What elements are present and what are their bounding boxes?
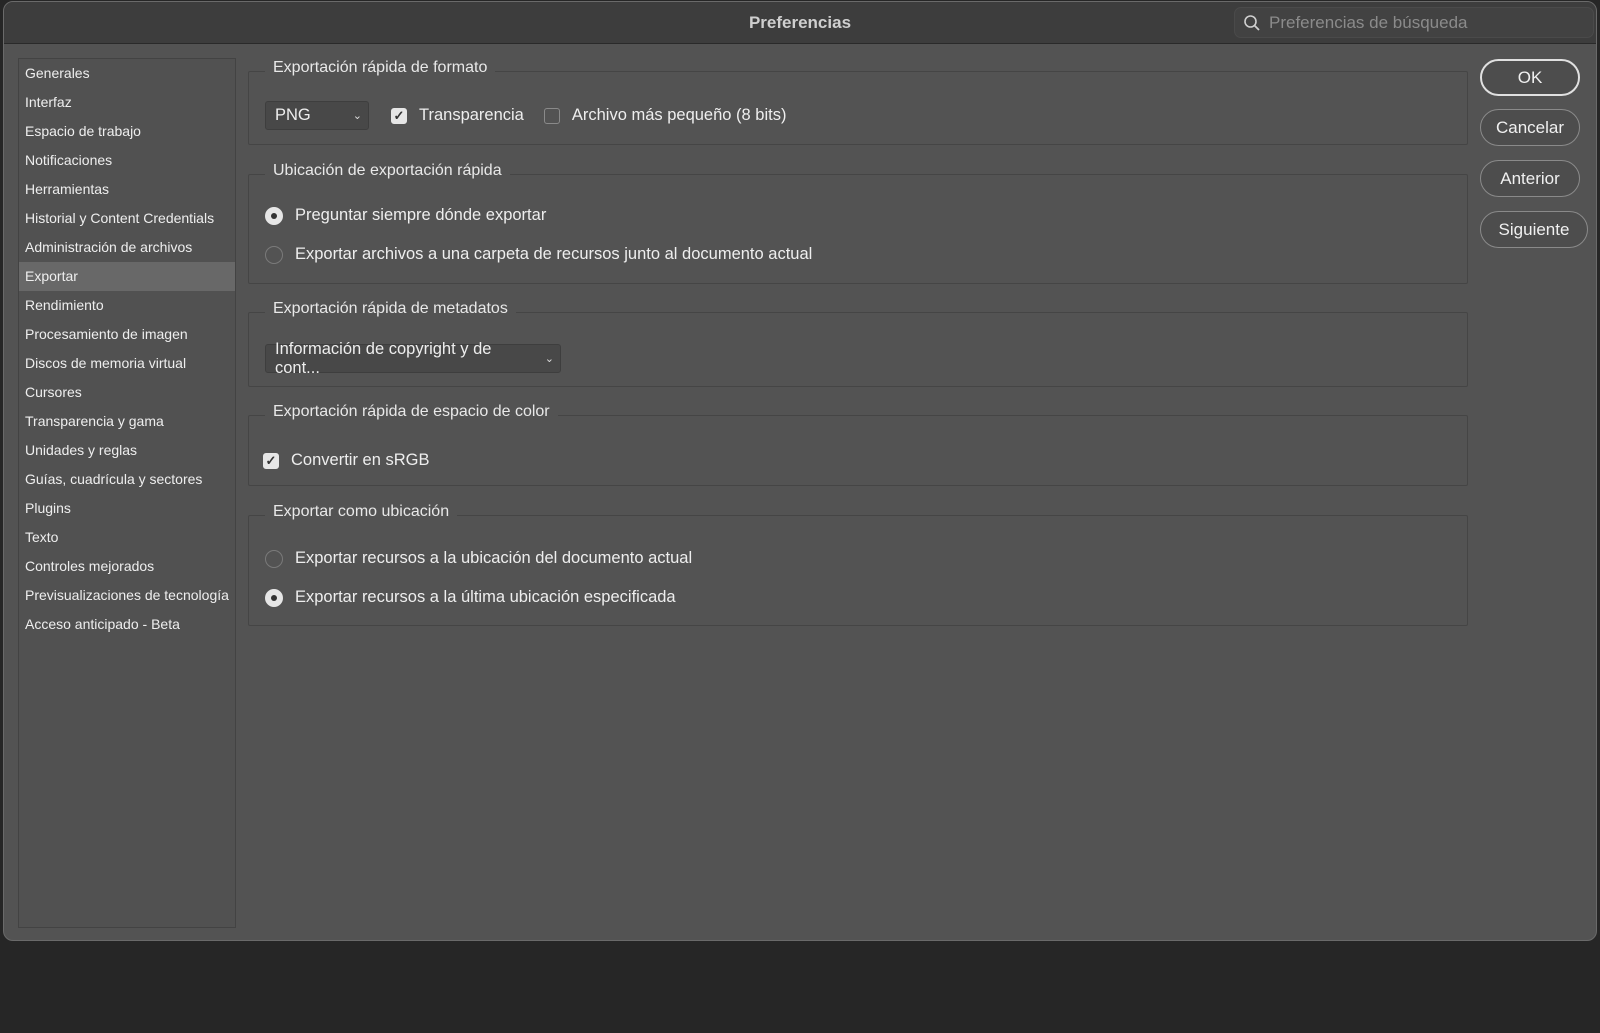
export-as-legend: Exportar como ubicación (265, 503, 457, 521)
sidebar-item-herramientas[interactable]: Herramientas (19, 175, 235, 204)
chevron-down-icon: ⌄ (353, 109, 362, 122)
sidebar-item-cursores[interactable]: Cursores (19, 378, 235, 407)
location-legend: Ubicación de exportación rápida (265, 162, 510, 180)
search-icon (1243, 14, 1261, 32)
radio-last[interactable] (265, 589, 283, 607)
srgb-label: Convertir en sRGB (291, 451, 429, 470)
sidebar-item-interfaz[interactable]: Interfaz (19, 88, 235, 117)
transparency-label: Transparencia (419, 106, 524, 125)
transparency-checkbox[interactable]: ✓ (391, 108, 407, 124)
sidebar-item-texto[interactable]: Texto (19, 523, 235, 552)
title-bar: Preferencias Preferencias de búsqueda (4, 2, 1596, 44)
sidebar-item-notificaciones[interactable]: Notificaciones (19, 146, 235, 175)
sidebar-item-espacio-de-trabajo[interactable]: Espacio de trabajo (19, 117, 235, 146)
radio-ask[interactable] (265, 207, 283, 225)
search-placeholder: Preferencias de búsqueda (1269, 13, 1467, 33)
format-group: Exportación rápida de formato PNG⌄ ✓ Tra… (248, 71, 1468, 145)
metadata-legend: Exportación rápida de metadatos (265, 300, 516, 318)
sidebar-item-generales[interactable]: Generales (19, 59, 235, 88)
format-value: PNG (275, 106, 311, 125)
cancel-button[interactable]: Cancelar (1480, 109, 1580, 146)
srgb-checkbox[interactable]: ✓ (263, 453, 279, 469)
sidebar-item-administracion-de-archivos[interactable]: Administración de archivos (19, 233, 235, 262)
sidebar-item-guias-cuadricula-y-sectores[interactable]: Guías, cuadrícula y sectores (19, 465, 235, 494)
sidebar-item-unidades-y-reglas[interactable]: Unidades y reglas (19, 436, 235, 465)
sidebar-item-procesamiento-de-imagen[interactable]: Procesamiento de imagen (19, 320, 235, 349)
sidebar-item-discos-de-memoria-virtual[interactable]: Discos de memoria virtual (19, 349, 235, 378)
option-label: Exportar recursos a la última ubicación … (295, 588, 676, 607)
location-option-folder[interactable]: Exportar archivos a una carpeta de recur… (265, 245, 812, 264)
previous-button[interactable]: Anterior (1480, 160, 1580, 197)
sidebar-item-plugins[interactable]: Plugins (19, 494, 235, 523)
sidebar-item-previsualizaciones-de-tecnologia[interactable]: Previsualizaciones de tecnología (19, 581, 235, 610)
metadata-value: Información de copyright y de cont... (275, 340, 539, 378)
location-option-ask[interactable]: Preguntar siempre dónde exportar (265, 206, 546, 225)
ok-button[interactable]: OK (1480, 59, 1580, 96)
metadata-group: Exportación rápida de metadatos Informac… (248, 312, 1468, 387)
preferences-dialog: Preferencias Preferencias de búsqueda Ge… (3, 1, 1597, 941)
search-input[interactable]: Preferencias de búsqueda (1234, 7, 1594, 38)
option-label: Exportar archivos a una carpeta de recur… (295, 245, 812, 264)
sidebar-item-exportar[interactable]: Exportar (19, 262, 235, 291)
smaller-file-checkbox[interactable] (544, 108, 560, 124)
radio-document[interactable] (265, 550, 283, 568)
sidebar-item-controles-mejorados[interactable]: Controles mejorados (19, 552, 235, 581)
colorspace-group: Exportación rápida de espacio de color ✓… (248, 415, 1468, 486)
location-group: Ubicación de exportación rápida Pregunta… (248, 174, 1468, 284)
option-label: Exportar recursos a la ubicación del doc… (295, 549, 692, 568)
chevron-down-icon: ⌄ (545, 352, 554, 365)
metadata-select[interactable]: Información de copyright y de cont...⌄ (265, 344, 561, 373)
option-label: Preguntar siempre dónde exportar (295, 206, 546, 225)
format-select[interactable]: PNG ⌄ (265, 101, 369, 130)
format-legend: Exportación rápida de formato (265, 59, 495, 77)
sidebar: GeneralesInterfazEspacio de trabajoNotif… (18, 58, 236, 928)
next-button[interactable]: Siguiente (1480, 211, 1588, 248)
smaller-file-label: Archivo más pequeño (8 bits) (572, 106, 787, 125)
sidebar-item-rendimiento[interactable]: Rendimiento (19, 291, 235, 320)
sidebar-item-transparencia-y-gama[interactable]: Transparencia y gama (19, 407, 235, 436)
sidebar-item-historial-y-content-credentials[interactable]: Historial y Content Credentials (19, 204, 235, 233)
radio-folder[interactable] (265, 246, 283, 264)
export-as-option-document[interactable]: Exportar recursos a la ubicación del doc… (265, 549, 692, 568)
export-as-option-last[interactable]: Exportar recursos a la última ubicación … (265, 588, 676, 607)
export-as-group: Exportar como ubicación Exportar recurso… (248, 515, 1468, 626)
colorspace-legend: Exportación rápida de espacio de color (265, 403, 558, 421)
sidebar-item-acceso-anticipado-beta[interactable]: Acceso anticipado - Beta (19, 610, 235, 639)
